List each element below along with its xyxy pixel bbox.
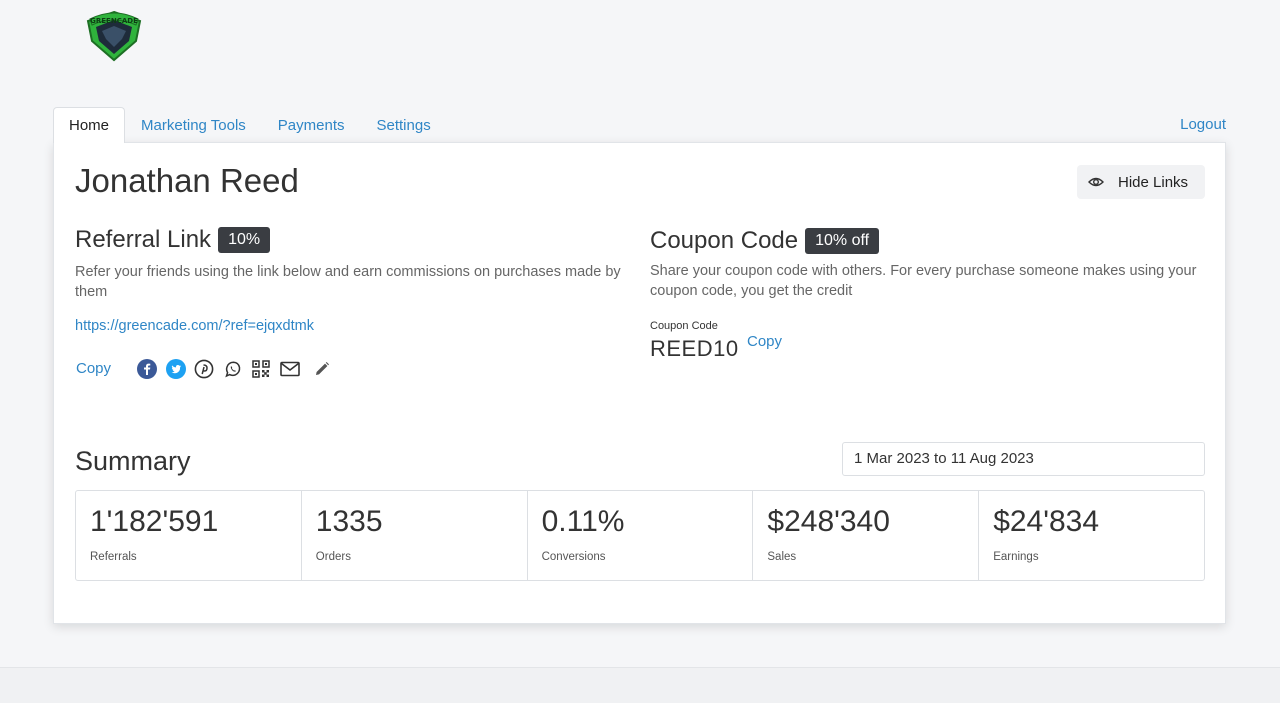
qr-code-icon[interactable] xyxy=(251,359,271,379)
summary-stats: 1'182'591 Referrals 1335 Orders 0.11% Co… xyxy=(75,490,1205,581)
eye-icon xyxy=(1088,174,1104,190)
pinterest-icon[interactable] xyxy=(194,359,214,379)
hide-links-label: Hide Links xyxy=(1118,173,1189,191)
stat-value: 1'182'591 xyxy=(90,505,219,538)
greencade-logo[interactable]: GREENCADE xyxy=(82,9,146,63)
tab-payments[interactable]: Payments xyxy=(262,107,361,143)
share-icons xyxy=(137,359,341,379)
stat-label: Referrals xyxy=(90,551,137,563)
copy-referral-link-button[interactable]: Copy xyxy=(76,360,111,377)
coupon-discount-badge: 10% off xyxy=(805,228,880,254)
tab-settings[interactable]: Settings xyxy=(361,107,447,143)
footer xyxy=(0,668,1280,703)
referral-description: Refer your friends using the link below … xyxy=(75,264,621,300)
twitter-icon[interactable] xyxy=(165,359,186,379)
dashboard-card: Jonathan Reed Hide Links Referral Link 1… xyxy=(53,142,1226,624)
stat-orders: 1335 Orders xyxy=(302,491,528,580)
referral-title: Referral Link xyxy=(75,226,212,253)
stat-sales: $248'340 Sales xyxy=(753,491,980,580)
stat-conversions: 0.11% Conversions xyxy=(528,491,754,580)
logo-text: GREENCADE xyxy=(90,17,138,25)
email-icon[interactable] xyxy=(279,359,300,379)
stat-label: Orders xyxy=(315,551,351,563)
stat-value: 0.11% xyxy=(541,505,625,538)
stat-label: Conversions xyxy=(541,551,606,563)
stat-value: $24'834 xyxy=(993,505,1100,538)
coupon-section-title: Coupon Code 10% off xyxy=(650,227,880,255)
stat-value: 1335 xyxy=(315,505,383,538)
stat-earnings: $24'834 Earnings xyxy=(979,491,1204,580)
coupon-code-value: REED10 xyxy=(650,336,739,361)
stat-referrals: 1'182'591 Referrals xyxy=(76,491,302,580)
stat-label: Earnings xyxy=(993,551,1039,563)
coupon-code-label: Coupon Code xyxy=(650,320,718,332)
tab-home[interactable]: Home xyxy=(53,107,126,143)
date-range-picker[interactable]: 1 Mar 2023 to 11 Aug 2023 xyxy=(842,442,1205,476)
edit-icon[interactable] xyxy=(312,359,332,379)
logout-link[interactable]: Logout xyxy=(1180,116,1226,133)
facebook-icon[interactable] xyxy=(137,359,157,379)
hide-links-button[interactable]: Hide Links xyxy=(1077,165,1205,199)
whatsapp-icon[interactable] xyxy=(223,359,243,379)
stat-label: Sales xyxy=(767,551,797,563)
coupon-description: Share your coupon code with others. For … xyxy=(650,263,1197,299)
tab-marketing-tools[interactable]: Marketing Tools xyxy=(125,107,262,143)
referral-section-title: Referral Link 10% xyxy=(75,226,271,254)
nav-tabs: Home Marketing Tools Payments Settings xyxy=(53,107,447,143)
user-name: Jonathan Reed xyxy=(75,162,299,199)
stat-value: $248'340 xyxy=(767,505,890,538)
referral-link[interactable]: https://greencade.com/?ref=ejqxdtmk xyxy=(75,318,314,334)
summary-title: Summary xyxy=(75,446,191,476)
coupon-title: Coupon Code xyxy=(650,227,799,254)
copy-coupon-code-button[interactable]: Copy xyxy=(747,333,782,350)
referral-commission-badge: 10% xyxy=(218,227,271,253)
